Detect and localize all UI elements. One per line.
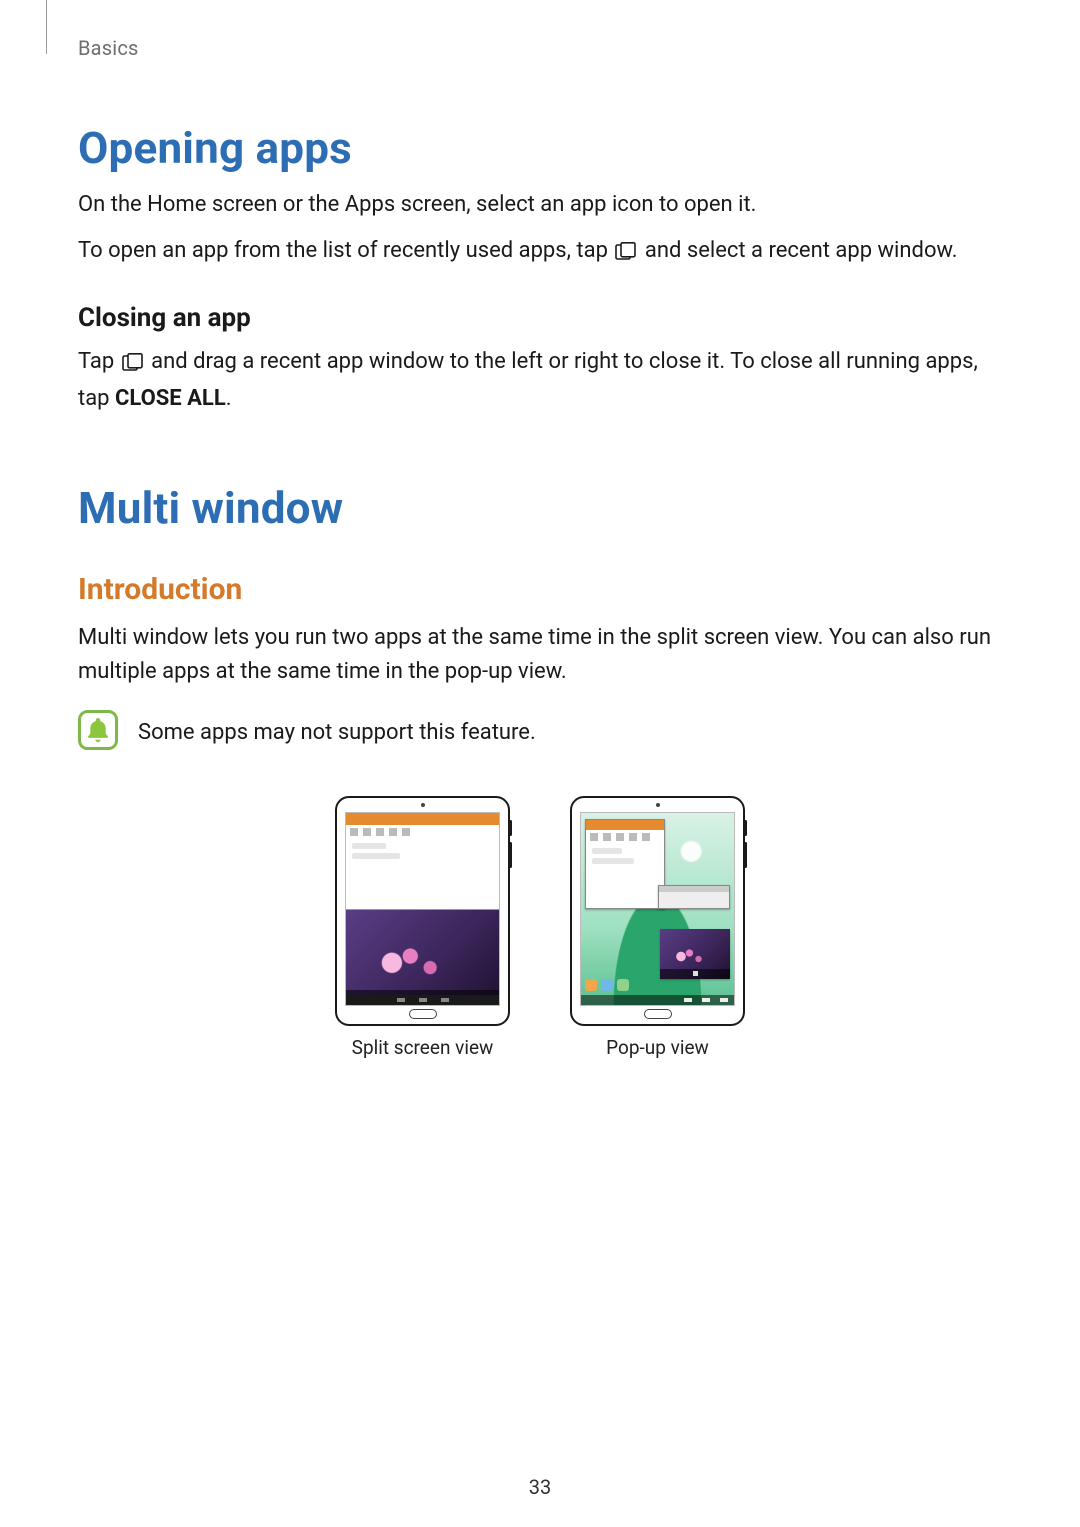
tablet-mock-popup: [570, 796, 745, 1026]
close-all-label: CLOSE ALL: [115, 386, 226, 411]
caption-split: Split screen view: [335, 1036, 510, 1059]
paragraph-open-1: On the Home screen or the Apps screen, s…: [78, 188, 1002, 222]
caption-popup: Pop-up view: [570, 1036, 745, 1059]
page-number: 33: [0, 1475, 1080, 1499]
note-callout: Some apps may not support this feature.: [78, 710, 1002, 754]
note-text: Some apps may not support this feature.: [138, 710, 536, 749]
recent-apps-icon: [615, 237, 637, 271]
recent-apps-icon: [122, 348, 144, 382]
paragraph-closing: Tap and drag a recent app window to the …: [78, 345, 1002, 416]
breadcrumb: Basics: [78, 36, 1002, 60]
text: .: [226, 386, 232, 411]
heading-closing-an-app: Closing an app: [78, 303, 1002, 333]
figure-split-screen: Split screen view: [335, 796, 510, 1059]
paragraph-intro: Multi window lets you run two apps at th…: [78, 621, 1002, 689]
page-edge-rule: [46, 0, 47, 54]
heading-introduction: Introduction: [78, 572, 1002, 607]
figure-popup: Pop-up view: [570, 796, 745, 1059]
bell-icon: [78, 710, 118, 754]
paragraph-open-2: To open an app from the list of recently…: [78, 234, 1002, 271]
tablet-mock-split: [335, 796, 510, 1026]
text: To open an app from the list of recently…: [78, 238, 613, 263]
heading-opening-apps: Opening apps: [78, 122, 1002, 174]
text: Tap: [78, 349, 120, 374]
heading-multi-window: Multi window: [78, 482, 1002, 534]
text: and select a recent app window.: [645, 238, 958, 263]
